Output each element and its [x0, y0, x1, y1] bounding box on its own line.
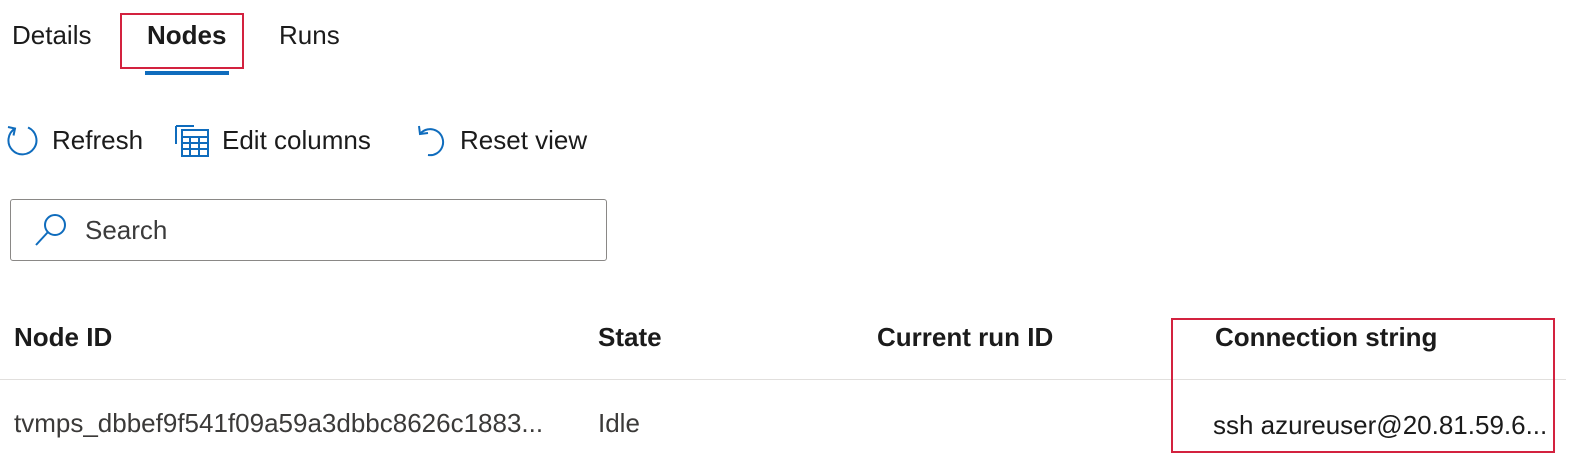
refresh-icon — [4, 122, 40, 158]
tab-runs[interactable]: Runs — [279, 18, 340, 52]
edit-columns-button[interactable]: Edit columns — [174, 116, 371, 164]
nodes-page: Details Nodes Runs Refresh Edit columns … — [0, 0, 1574, 467]
table-row[interactable]: tvmps_dbbef9f541f09a59a3dbbc8626c1883...… — [0, 380, 1566, 467]
table-icon — [174, 122, 210, 158]
node-id-cell: tvmps_dbbef9f541f09a59a3dbbc8626c1883... — [14, 408, 544, 438]
column-header-current-run-id[interactable]: Current run ID — [877, 320, 1053, 354]
column-header-state[interactable]: State — [598, 320, 662, 354]
tab-nodes[interactable]: Nodes — [147, 18, 226, 52]
search-box[interactable] — [10, 199, 607, 261]
search-input[interactable] — [83, 213, 567, 247]
active-tab-indicator — [145, 71, 229, 75]
edit-columns-label: Edit columns — [222, 125, 371, 155]
tab-details[interactable]: Details — [12, 18, 91, 52]
undo-icon — [412, 122, 448, 158]
column-header-connection-string[interactable]: Connection string — [1215, 320, 1437, 354]
state-cell: Idle — [598, 408, 640, 438]
column-header-node-id[interactable]: Node ID — [14, 320, 112, 354]
reset-view-button[interactable]: Reset view — [412, 116, 587, 164]
refresh-button[interactable]: Refresh — [4, 116, 143, 164]
reset-view-label: Reset view — [460, 125, 588, 155]
tab-bar: Details Nodes Runs — [0, 0, 420, 80]
nodes-table: Node ID State Current run ID Connection … — [0, 300, 1574, 467]
toolbar: Refresh Edit columns Reset view — [0, 116, 620, 164]
refresh-label: Refresh — [52, 125, 144, 155]
connection-string-cell[interactable]: ssh azureuser@20.81.59.6... — [1213, 408, 1553, 442]
search-icon — [33, 212, 69, 248]
